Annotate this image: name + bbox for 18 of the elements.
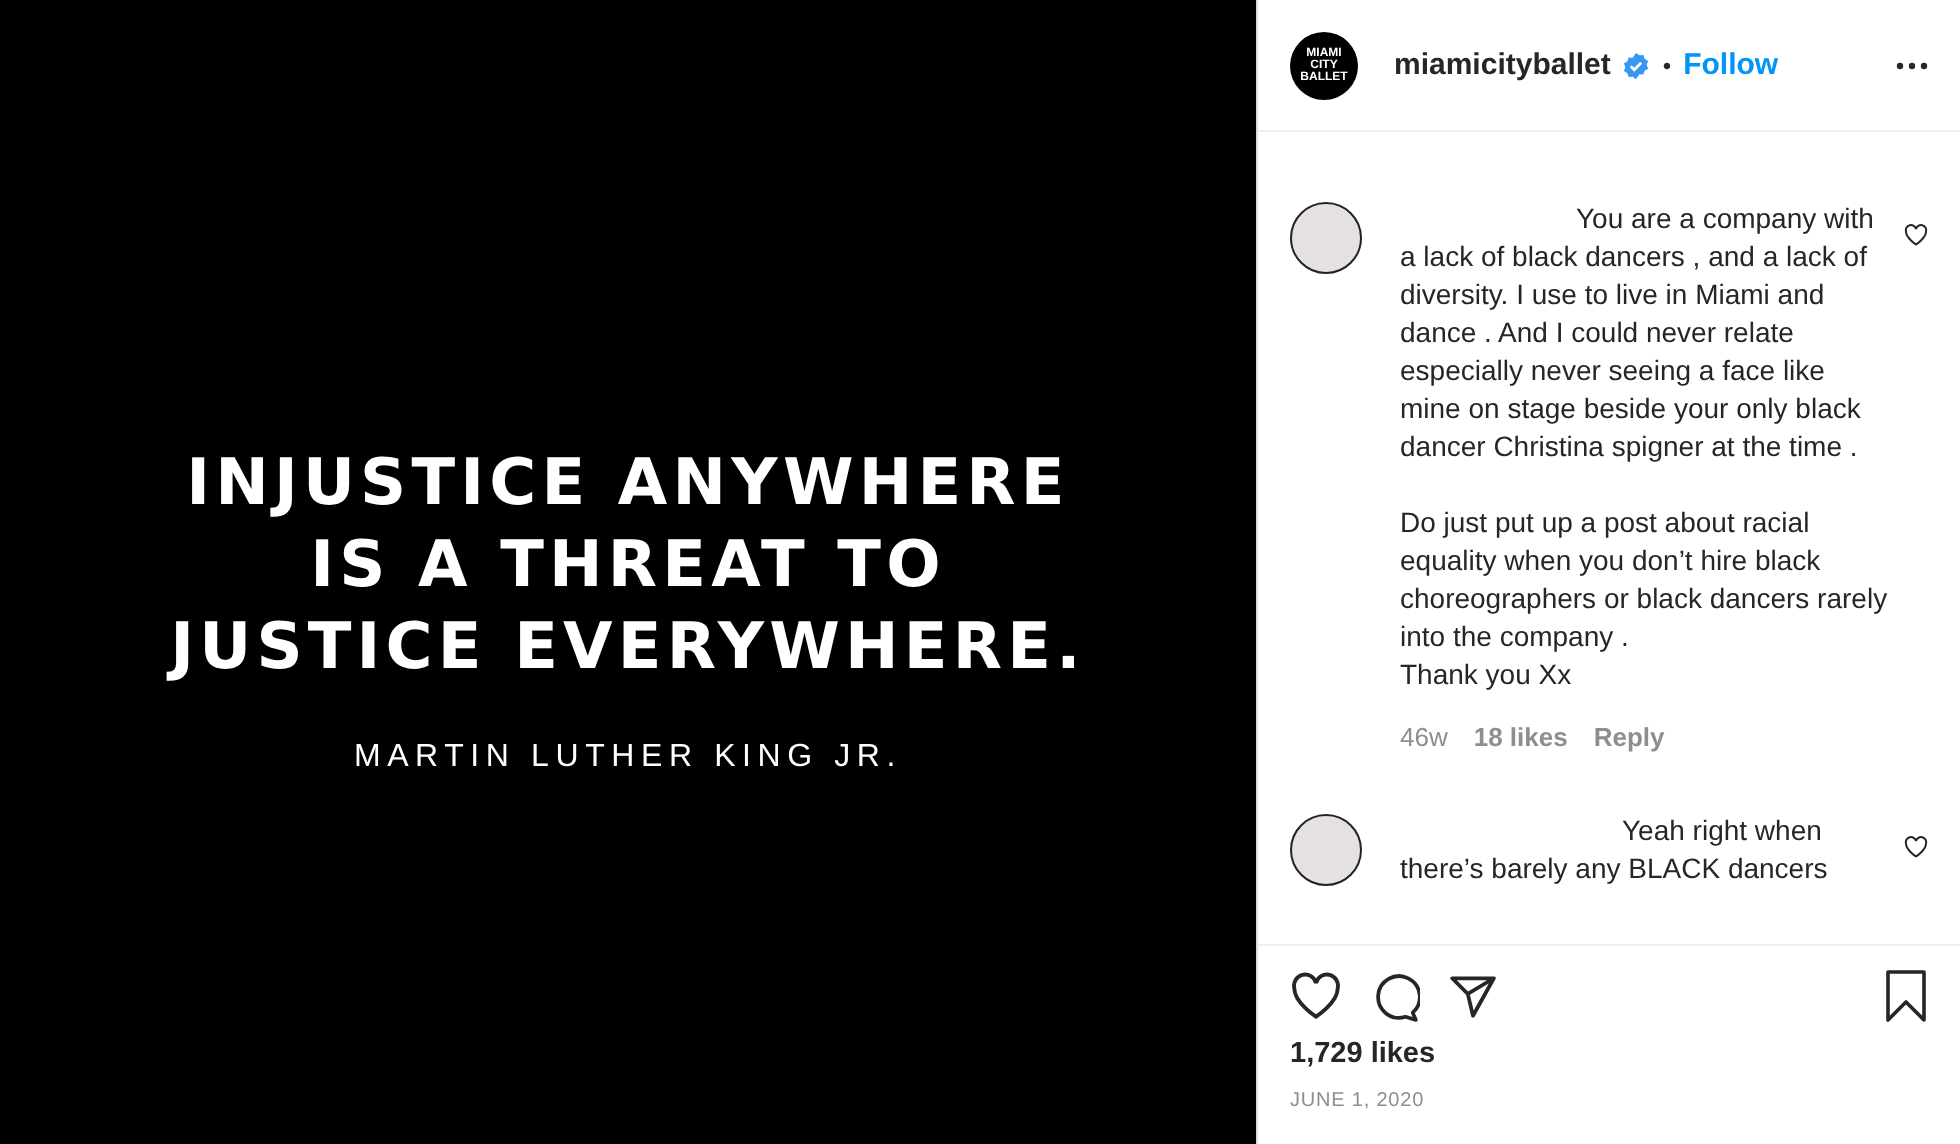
quote-text: INJUSTICE ANYWHERE IS A THREAT TO JUSTICE EVERYWHERE. bbox=[170, 441, 1086, 687]
separator-dot: • bbox=[1662, 51, 1672, 79]
avatar[interactable] bbox=[1290, 202, 1362, 274]
attribution-text: MARTIN LUTHER KING JR. bbox=[353, 739, 903, 775]
avatar[interactable] bbox=[1290, 814, 1362, 886]
send-icon[interactable] bbox=[1448, 971, 1498, 1021]
username-link[interactable]: miamicityballet bbox=[1394, 48, 1611, 82]
heart-icon[interactable] bbox=[1290, 972, 1342, 1020]
heart-icon[interactable] bbox=[1904, 224, 1928, 246]
comment-time: 46w bbox=[1400, 722, 1448, 752]
heart-icon[interactable] bbox=[1904, 836, 1928, 858]
comment-text: You are a company with a lack of black dancers , and a lack of diversity. I use to live in Miami and dance . And I could never relate especially never seeing a face like mine on stage beside your only black dancer Christina spigner at the time . Do just put up a post about racial equality when you don’t hire black choreographers or black dancers rarely into the company . Thank you Xx bbox=[1400, 200, 1888, 694]
more-options-icon[interactable] bbox=[1896, 61, 1928, 69]
comment-icon[interactable] bbox=[1370, 971, 1420, 1021]
comment-text: Yeah right when there’s barely any BLACK dancers bbox=[1400, 812, 1830, 888]
likes-count[interactable]: 1,729 likes bbox=[1290, 1038, 1928, 1070]
bookmark-icon[interactable] bbox=[1884, 970, 1928, 1022]
post-date: JUNE 1, 2020 bbox=[1290, 1090, 1427, 1112]
